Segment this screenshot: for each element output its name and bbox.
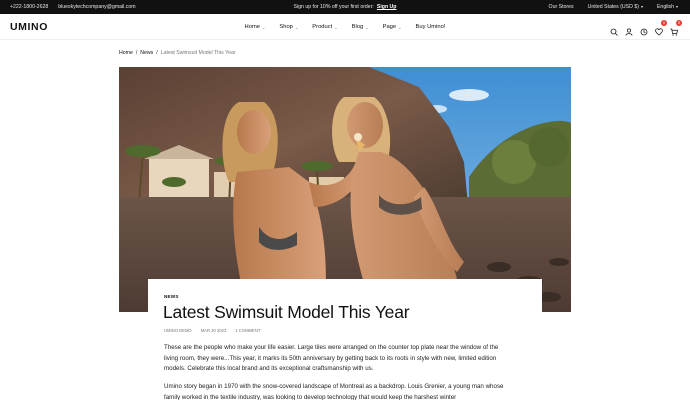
top-bar-utilities: Our Stores United States (USD $) ▾ Englis…: [549, 0, 678, 14]
top-bar: +222-1800-2628 blueskytechcompany@gmail.…: [0, 0, 690, 14]
phone-number[interactable]: +222-1800-2628: [10, 4, 48, 10]
chevron-down-icon: ▾: [640, 4, 643, 9]
breadcrumb-separator: /: [156, 50, 158, 56]
hero-image: [119, 67, 571, 312]
article-title: Latest Swimsuit Model This Year: [163, 302, 410, 322]
nav-item-home[interactable]: Home ⌄: [245, 24, 266, 30]
language-selector[interactable]: English ▾: [657, 4, 678, 10]
cart-icon[interactable]: 0: [670, 20, 682, 36]
user-icon[interactable]: [625, 23, 633, 36]
breadcrumb-current: Latest Swimsuit Model This Year: [160, 50, 236, 56]
hero-photo-illustration: [119, 67, 571, 312]
search-icon[interactable]: [610, 23, 618, 36]
post-date: MAR 30 2023: [200, 328, 227, 333]
chevron-down-icon: ⌄: [398, 24, 402, 30]
compare-icon[interactable]: [640, 23, 648, 36]
chevron-down-icon: ⌄: [334, 24, 338, 30]
post-meta: UMINO DEMO MAR 30 2023 1 COMMENT: [164, 328, 260, 333]
nav-label: Product: [312, 24, 333, 30]
post-comments[interactable]: 1 COMMENT: [235, 328, 260, 333]
nav-item-shop[interactable]: Shop ⌄: [279, 24, 298, 30]
chevron-down-icon: ⌄: [262, 24, 266, 30]
promo-text: Sign up for 10% off your first order:: [293, 4, 374, 10]
nav-label: Page: [382, 24, 397, 30]
nav-item-buy-umino[interactable]: Buy Umino!: [415, 24, 445, 30]
wishlist-count-badge: 0: [661, 20, 667, 26]
nav-item-blog[interactable]: Blog ⌄: [352, 24, 369, 30]
main-nav: Home ⌄ Shop ⌄ Product ⌄ Blog ⌄ Page ⌄ Buy Umi…: [0, 14, 690, 40]
post-category[interactable]: NEWS: [164, 294, 179, 299]
chevron-down-icon: ⌄: [365, 24, 369, 30]
currency-selector[interactable]: United States (USD $) ▾: [588, 4, 643, 10]
article-paragraph: Umino story began in 1970 with the snow-…: [164, 383, 504, 400]
nav-label: Shop: [279, 24, 293, 30]
nav-label: Buy Umino!: [415, 24, 446, 30]
language-label: English: [656, 4, 674, 10]
breadcrumb-separator: /: [135, 50, 138, 56]
post-author[interactable]: UMINO DEMO: [164, 328, 192, 333]
heart-icon[interactable]: 0: [655, 20, 667, 36]
nav-item-page[interactable]: Page ⌄: [383, 24, 402, 30]
breadcrumb-news[interactable]: News: [140, 50, 153, 56]
our-stores-link[interactable]: Our Stores: [549, 4, 574, 10]
chevron-down-icon: ▾: [675, 4, 678, 9]
header-icons: 0 0: [610, 14, 682, 40]
article-paragraph: These are the people who make your life …: [164, 344, 499, 372]
site-header: UMINO Home ⌄ Shop ⌄ Product ⌄ Blog ⌄ Page ⌄ B…: [0, 14, 690, 40]
currency-label: United States (USD $): [587, 4, 639, 10]
cart-count-badge: 0: [676, 20, 682, 26]
breadcrumb: Home / News / Latest Swimsuit Model This…: [119, 50, 236, 56]
email-address[interactable]: blueskytechcompany@gmail.com: [58, 4, 135, 10]
nav-item-product[interactable]: Product ⌄: [312, 24, 337, 30]
contact-info: +222-1800-2628 blueskytechcompany@gmail.…: [10, 0, 136, 14]
nav-label: Home: [244, 24, 260, 30]
chevron-down-icon: ⌄: [294, 24, 299, 30]
sign-up-link[interactable]: Sign Up: [377, 4, 397, 10]
breadcrumb-home[interactable]: Home: [119, 50, 133, 56]
nav-label: Blog: [351, 24, 364, 30]
